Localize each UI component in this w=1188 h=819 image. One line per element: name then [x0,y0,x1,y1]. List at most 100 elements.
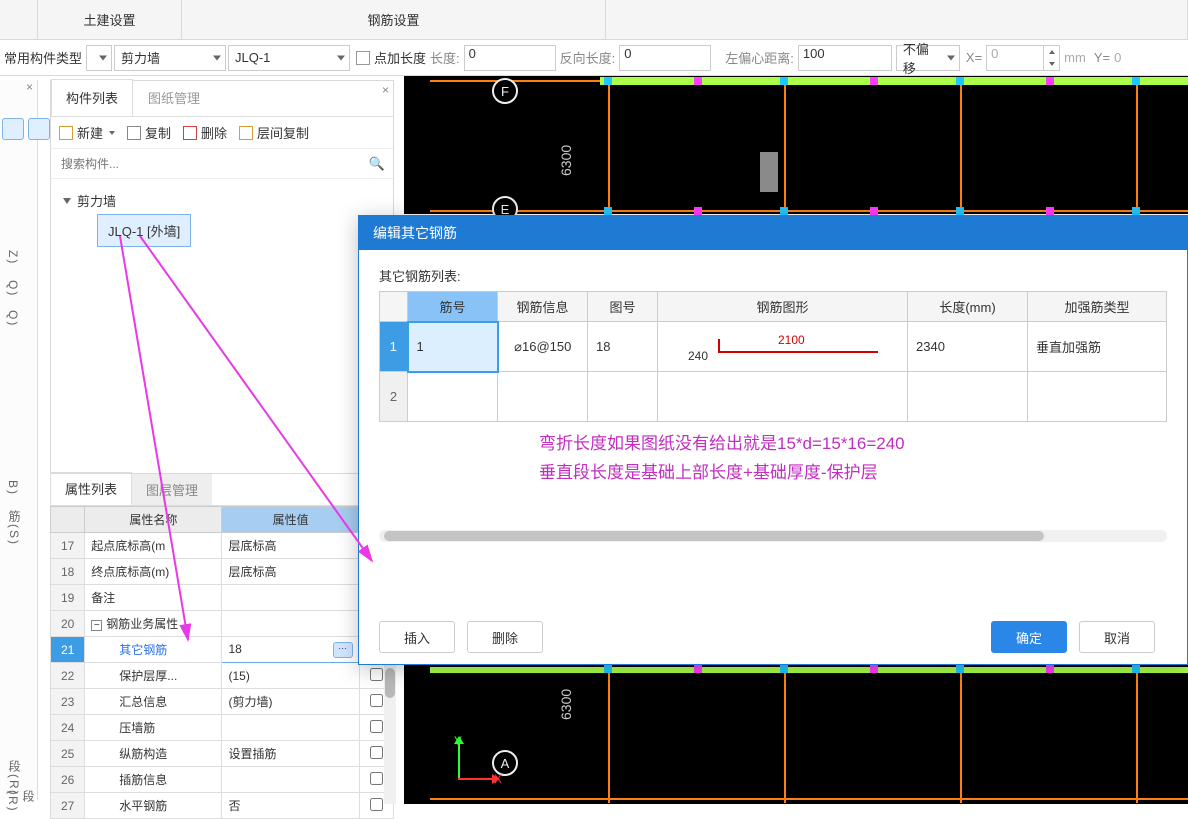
prop-rownum: 23 [51,689,85,715]
dialog-titlebar[interactable]: 编辑其它钢筋 [359,216,1187,250]
property-row[interactable]: 27水平钢筋否 [51,793,394,819]
cancel-button[interactable]: 取消 [1079,621,1155,653]
length-label: 长度: [426,48,464,67]
collapse-icon[interactable]: − [91,620,102,631]
tab-drawing-manage[interactable]: 图纸管理 [133,79,215,116]
property-row[interactable]: 19备注 [51,585,394,611]
table-row-1[interactable]: 1 1 ⌀16@150 18 240 2100 2340 垂直加强筋 [380,322,1167,372]
tab-civil-settings[interactable]: 土建设置 [38,0,182,39]
grid-line-v1 [608,80,610,214]
side-label-s[interactable]: 筋(S) [6,510,23,546]
prop-name: 纵筋构造 [85,741,222,767]
edit-value-button[interactable]: ··· [333,642,353,658]
col-info[interactable]: 钢筋信息 [498,292,588,322]
cell-info[interactable]: ⌀16@150 [498,322,588,372]
tab-layer-manage[interactable]: 图层管理 [132,474,212,505]
wall-element-bottom [430,667,1188,673]
horizontal-scrollbar[interactable] [379,530,1167,542]
property-row[interactable]: 22保护层厚...(15) [51,663,394,689]
prop-value[interactable]: (剪力墙) [222,689,359,715]
side-label-r2[interactable]: 段(R) [6,790,37,813]
cell-shape[interactable]: 240 2100 [658,322,908,372]
prop-value[interactable] [222,611,359,637]
prop-extra-checkbox[interactable] [370,720,383,733]
prop-extra-checkbox[interactable] [370,668,383,681]
sidebar-icon-2[interactable] [28,118,50,140]
side-label-q2[interactable]: Q) [6,310,20,327]
close-icon[interactable]: × [382,83,389,97]
col-shape[interactable]: 钢筋图形 [658,292,908,322]
prop-value[interactable]: 层底标高 [222,533,359,559]
side-label-q1[interactable]: Q) [6,280,20,297]
property-row[interactable]: 26插筋信息 [51,767,394,793]
component-select[interactable]: JLQ-1 [228,45,350,71]
col-type[interactable]: 加强筋类型 [1028,292,1167,322]
deviate-select[interactable]: 不偏移 [896,45,960,71]
x-input[interactable]: 0 [986,45,1044,71]
property-row[interactable]: 24压墙筋 [51,715,394,741]
dialog-subtitle: 其它钢筋列表: [379,266,1167,285]
tab-component-list[interactable]: 构件列表 [51,79,133,116]
component-list-panel: × 构件列表 图纸管理 新建 复制 删除 层间复制 🔍 剪力墙 JLQ-1 [外… [50,80,394,474]
x-label: X= [962,50,986,65]
insert-button[interactable]: 插入 [379,621,455,653]
x-spinner[interactable] [1044,45,1060,71]
prop-value[interactable] [222,585,359,611]
prop-value[interactable] [222,715,359,741]
property-row[interactable]: 21其它钢筋18··· [51,637,394,663]
col-jinhao[interactable]: 筋号 [408,292,498,322]
point-add-checkbox[interactable] [356,51,370,65]
property-row[interactable]: 20−钢筋业务属性 [51,611,394,637]
new-button[interactable]: 新建 [59,123,115,142]
vertical-scrollbar[interactable] [384,664,396,804]
property-row[interactable]: 23汇总信息(剪力墙) [51,689,394,715]
cell-tuhao[interactable]: 18 [588,322,658,372]
side-label-z[interactable]: Z) [6,250,20,265]
length-input[interactable]: 0 [464,45,556,71]
prop-value[interactable]: 设置插筋 [222,741,359,767]
property-row[interactable]: 25纵筋构造设置插筋 [51,741,394,767]
cell-type[interactable]: 垂直加强筋 [1028,322,1167,372]
col-length[interactable]: 长度(mm) [908,292,1028,322]
side-label-b[interactable]: B) [6,480,20,496]
prop-value[interactable] [222,767,359,793]
tab-property-list[interactable]: 属性列表 [50,472,132,505]
category-select[interactable]: 剪力墙 [114,45,226,71]
floor-copy-button[interactable]: 层间复制 [239,123,309,142]
scrollbar-thumb[interactable] [385,668,395,698]
cell-length[interactable]: 2340 [908,322,1028,372]
delete-button[interactable]: 删除 [183,123,227,142]
close-icon[interactable]: × [26,80,33,94]
tree-group-shearwall[interactable]: 剪力墙 [63,187,381,214]
property-row[interactable]: 17起点底标高(m层底标高 [51,533,394,559]
prop-extra-checkbox[interactable] [370,798,383,811]
prop-name: 水平钢筋 [85,793,222,819]
property-row[interactable]: 18终点底标高(m)层底标高 [51,559,394,585]
drawing-canvas-top[interactable] [404,76,1188,214]
copy-button[interactable]: 复制 [127,123,171,142]
cell-jinhao[interactable]: 1 [408,322,498,372]
prop-value[interactable]: (15) [222,663,359,689]
col-tuhao[interactable]: 图号 [588,292,658,322]
table-row-2[interactable]: 2 [380,372,1167,422]
tree-item-jlq1[interactable]: JLQ-1 [外墙] [97,214,191,247]
prop-extra-checkbox[interactable] [370,746,383,759]
prop-value[interactable]: 18··· [222,637,359,663]
prop-extra-checkbox[interactable] [370,694,383,707]
drawing-canvas-bottom[interactable] [404,664,1188,804]
prop-name: 压墙筋 [85,715,222,741]
search-input[interactable] [59,156,369,172]
scrollbar-thumb[interactable] [384,531,1044,541]
x-value: 0 [991,46,998,61]
sidebar-icon-1[interactable] [2,118,24,140]
search-icon[interactable]: 🔍 [369,156,385,172]
delete-row-button[interactable]: 删除 [467,621,543,653]
prop-value[interactable]: 层底标高 [222,559,359,585]
type-dropdown[interactable] [86,45,112,71]
tab-rebar-settings[interactable]: 钢筋设置 [182,0,606,39]
prop-value[interactable]: 否 [222,793,359,819]
reverse-length-input[interactable]: 0 [619,45,711,71]
offset-input[interactable]: 100 [798,45,892,71]
prop-extra-checkbox[interactable] [370,772,383,785]
ok-button[interactable]: 确定 [991,621,1067,653]
